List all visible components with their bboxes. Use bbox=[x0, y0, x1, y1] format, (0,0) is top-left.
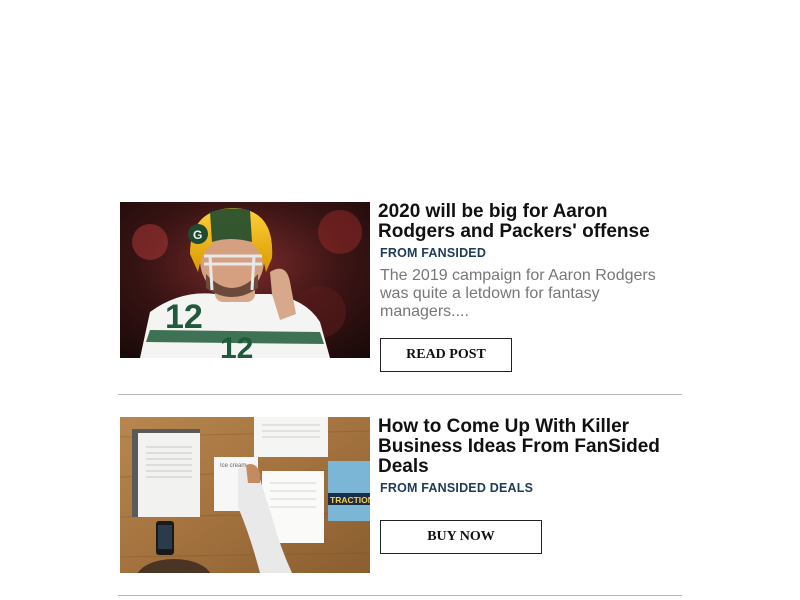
football-player-image: 12 12 G bbox=[120, 202, 370, 358]
feed-item[interactable]: 12 12 G 2020 will be big for Aaron Rodge… bbox=[120, 202, 682, 395]
page: 12 12 G 2020 will be big for Aaron Rodge… bbox=[0, 0, 800, 600]
football-player-photo[interactable]: 12 12 G bbox=[120, 202, 370, 358]
feed-item-title[interactable]: How to Come Up With Killer Business Idea… bbox=[378, 417, 678, 477]
feed-item-content: How to Come Up With Killer Business Idea… bbox=[378, 417, 678, 496]
feed-item-content: 2020 will be big for Aaron Rodgers and P… bbox=[378, 202, 678, 321]
desk-papers-photo[interactable]: Ice cream TRACTION bbox=[120, 417, 370, 573]
book-title: TRACTION bbox=[330, 495, 370, 505]
feed-item-source: FROM FANSIDED bbox=[380, 246, 487, 260]
feed-item-excerpt: The 2019 campaign for Aaron Rodgers was … bbox=[380, 267, 656, 320]
feed-item[interactable]: Ice cream TRACTION How to Come Up With K… bbox=[120, 417, 682, 596]
svg-text:G: G bbox=[193, 228, 202, 242]
divider bbox=[118, 595, 682, 596]
divider bbox=[118, 394, 682, 395]
svg-text:12: 12 bbox=[165, 298, 203, 336]
buy-now-button[interactable]: BUY NOW bbox=[380, 520, 542, 554]
feed-item-source: FROM FANSIDED DEALS bbox=[380, 481, 534, 495]
desk-papers-image: Ice cream TRACTION bbox=[120, 417, 370, 573]
read-post-button[interactable]: READ POST bbox=[380, 338, 512, 372]
svg-text:12: 12 bbox=[220, 332, 253, 358]
feed-item-title[interactable]: 2020 will be big for Aaron Rodgers and P… bbox=[378, 202, 678, 242]
